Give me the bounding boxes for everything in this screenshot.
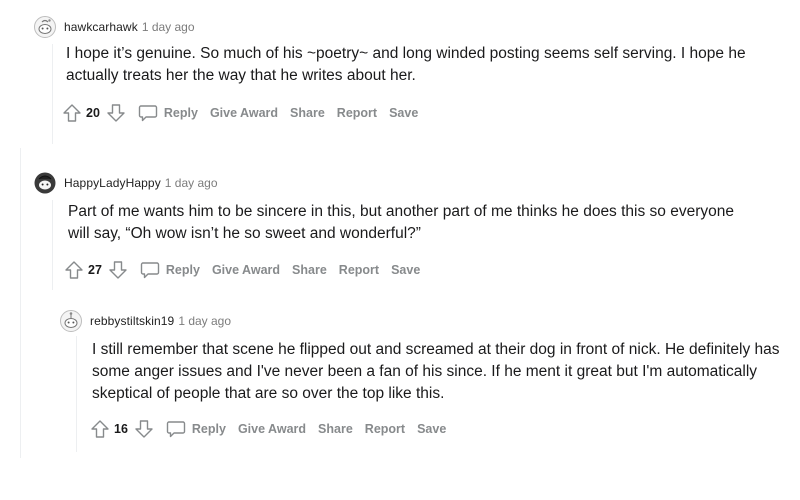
vote-score: 27 (88, 263, 102, 277)
comment-body: I still remember that scene he flipped o… (92, 341, 780, 402)
report-button[interactable]: Report (365, 422, 405, 436)
speech-bubble-icon (166, 420, 186, 438)
snoo-avatar-icon (34, 172, 56, 194)
comment-thread: hawkcarhawk 1 day ago I hope it’s genuin… (0, 0, 800, 500)
give-award-button[interactable]: Give Award (238, 422, 306, 436)
give-award-button[interactable]: Give Award (210, 106, 278, 120)
save-button[interactable]: Save (417, 422, 446, 436)
give-award-button[interactable]: Give Award (212, 263, 280, 277)
speech-bubble-icon (138, 104, 158, 122)
comment-header: hawkcarhawk 1 day ago (34, 14, 794, 40)
share-button[interactable]: Share (318, 422, 353, 436)
comment: hawkcarhawk 1 day ago I hope it’s genuin… (34, 14, 794, 127)
reply-button[interactable]: Reply (138, 104, 198, 122)
downvote-icon[interactable] (134, 419, 154, 439)
speech-bubble-icon (140, 261, 160, 279)
report-button[interactable]: Report (339, 263, 379, 277)
comment-header: HappyLadyHappy 1 day ago (34, 170, 794, 196)
comment-body: I hope it’s genuine. So much of his ~poe… (66, 45, 746, 84)
comment-actions: 16 Reply Give Award Share Report Save (90, 415, 800, 443)
comment-body: Part of me wants him to be sincere in th… (68, 203, 734, 242)
share-button[interactable]: Share (292, 263, 327, 277)
downvote-icon[interactable] (106, 103, 126, 123)
avatar[interactable] (34, 172, 56, 194)
username[interactable]: HappyLadyHappy (64, 176, 161, 190)
comment-actions: 20 Reply Give Award Share Report Save (62, 99, 794, 127)
timestamp[interactable]: 1 day ago (178, 314, 231, 328)
comment: rebbystiltskin19 1 day ago I still remem… (60, 308, 800, 443)
snoo-avatar-icon (34, 16, 56, 38)
timestamp[interactable]: 1 day ago (142, 20, 195, 34)
upvote-icon[interactable] (90, 419, 110, 439)
reply-label[interactable]: Reply (192, 422, 226, 436)
report-button[interactable]: Report (337, 106, 377, 120)
upvote-icon[interactable] (64, 260, 84, 280)
save-button[interactable]: Save (391, 263, 420, 277)
username[interactable]: hawkcarhawk (64, 20, 138, 34)
vote-score: 16 (114, 422, 128, 436)
timestamp[interactable]: 1 day ago (165, 176, 218, 190)
avatar[interactable] (60, 310, 82, 332)
reply-label[interactable]: Reply (164, 106, 198, 120)
share-button[interactable]: Share (290, 106, 325, 120)
snoo-avatar-icon (60, 310, 82, 332)
comment-actions: 27 Reply Give Award Share Report Save (64, 256, 794, 284)
comment: HappyLadyHappy 1 day ago Part of me want… (34, 170, 794, 284)
avatar[interactable] (34, 16, 56, 38)
downvote-icon[interactable] (108, 260, 128, 280)
comment-header: rebbystiltskin19 1 day ago (60, 308, 800, 334)
thread-line-2[interactable] (20, 148, 21, 458)
reply-button[interactable]: Reply (140, 261, 200, 279)
save-button[interactable]: Save (389, 106, 418, 120)
upvote-icon[interactable] (62, 103, 82, 123)
reply-button[interactable]: Reply (166, 420, 226, 438)
reply-label[interactable]: Reply (166, 263, 200, 277)
vote-score: 20 (86, 106, 100, 120)
username[interactable]: rebbystiltskin19 (90, 314, 174, 328)
